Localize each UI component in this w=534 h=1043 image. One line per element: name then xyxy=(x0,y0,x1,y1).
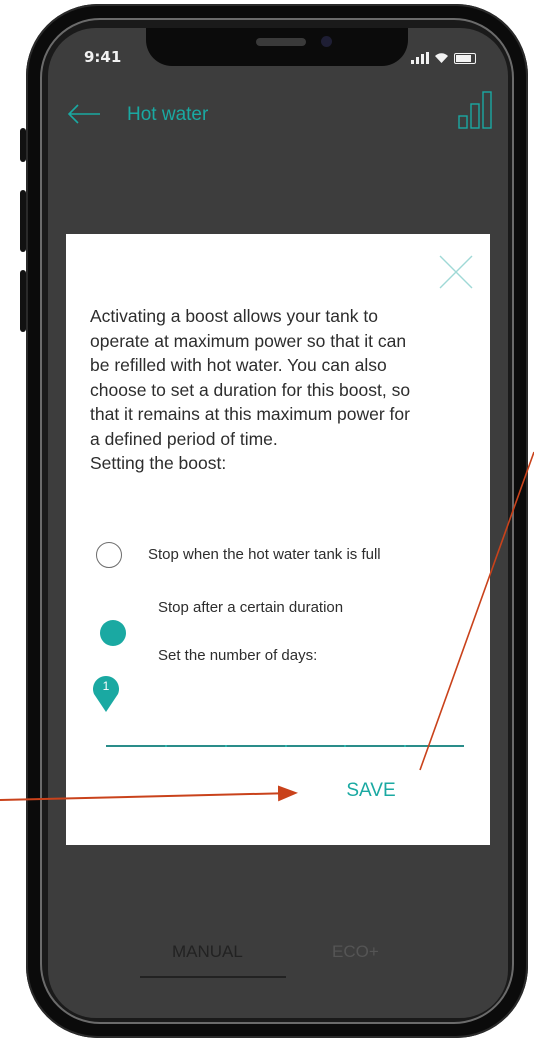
description-line: be refilled with hot water. You can also xyxy=(90,355,387,375)
boost-description: Activating a boost allows your tank to o… xyxy=(90,304,472,476)
slider-thumb[interactable]: 1 xyxy=(91,672,121,714)
description-line: Setting the boost: xyxy=(90,453,227,473)
speaker xyxy=(256,38,306,46)
slider-tick xyxy=(165,745,167,747)
battery-icon xyxy=(454,53,476,64)
option-stop-after-duration-label: Stop after a certain duration xyxy=(158,599,344,616)
description-line: operate at maximum power so that it can xyxy=(90,330,407,351)
days-label: Set the number of days: xyxy=(158,647,318,664)
side-button-volume-up xyxy=(20,190,26,252)
wifi-icon xyxy=(434,52,449,64)
back-arrow-icon[interactable] xyxy=(66,102,102,126)
days-slider[interactable] xyxy=(106,745,464,747)
slider-tick xyxy=(344,745,346,747)
bar-chart-icon[interactable] xyxy=(458,90,494,130)
mode-tabs: MANUAL ECO+ xyxy=(48,940,508,990)
option-stop-when-full-label: Stop when the hot water tank is full xyxy=(148,546,381,563)
slider-tick xyxy=(225,745,227,747)
status-time: 9:41 xyxy=(84,48,122,66)
description-line: that it remains at this maximum power fo… xyxy=(90,404,410,424)
tab-manual[interactable]: MANUAL xyxy=(172,942,243,962)
boost-modal: Activating a boost allows your tank to o… xyxy=(66,234,490,845)
notch xyxy=(146,28,408,66)
app-header: Hot water xyxy=(48,91,508,138)
radio-stop-when-full[interactable] xyxy=(96,542,122,568)
page-title: Hot water xyxy=(127,104,209,125)
slider-tick xyxy=(404,745,406,747)
close-icon[interactable] xyxy=(438,254,474,290)
save-button[interactable]: SAVE xyxy=(336,780,406,810)
signal-icon xyxy=(411,52,429,64)
description-line: Activating a boost allows your tank to xyxy=(90,306,378,326)
description-line: choose to set a duration for this boost,… xyxy=(90,379,411,400)
slider-tick xyxy=(285,745,287,747)
active-tab-indicator xyxy=(140,976,286,978)
side-button-silent xyxy=(20,128,26,162)
camera xyxy=(321,36,332,47)
description-line: a defined period of time. xyxy=(90,428,278,449)
status-icons xyxy=(411,50,476,64)
slider-value: 1 xyxy=(102,679,110,693)
tab-eco-plus[interactable]: ECO+ xyxy=(332,942,379,962)
phone-screen: 9:41 Hot water Activating a boost allows… xyxy=(48,28,508,1018)
radio-stop-after-duration[interactable] xyxy=(100,620,126,646)
side-button-volume-down xyxy=(20,270,26,332)
